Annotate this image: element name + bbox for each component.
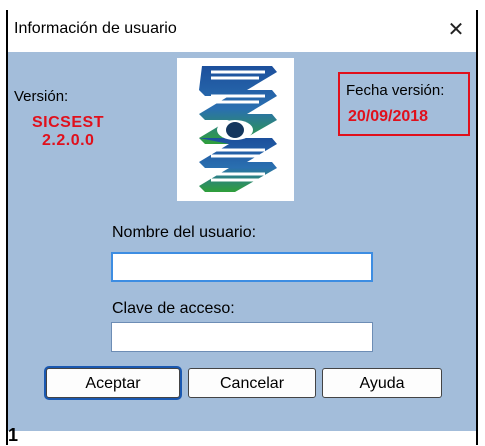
- close-icon[interactable]: ✕: [442, 16, 470, 44]
- logo-icon: [199, 66, 277, 192]
- password-label: Clave de acceso:: [112, 300, 235, 317]
- app-version-number: 2.2.0.0: [42, 132, 95, 149]
- username-label: Nombre del usuario:: [112, 224, 257, 241]
- user-info-dialog: Información de usuario ✕ Versión: SICSES…: [6, 10, 478, 445]
- footer-strip: 1: [8, 425, 476, 445]
- dialog-title: Información de usuario: [14, 20, 177, 37]
- company-logo: [177, 58, 294, 201]
- date-value: 20/09/2018: [348, 108, 429, 125]
- version-date-box: Fecha versión: 20/09/2018: [338, 72, 470, 136]
- version-label: Versión:: [14, 88, 69, 105]
- accept-button[interactable]: Aceptar: [46, 368, 180, 398]
- app-name: SICSEST: [32, 114, 104, 131]
- date-label: Fecha versión:: [346, 82, 445, 99]
- page-number: 1: [8, 425, 19, 445]
- help-button[interactable]: Ayuda: [322, 368, 442, 398]
- username-input[interactable]: [111, 252, 373, 282]
- dialog-body: Versión: SICSEST 2.2.0.0 Fecha versión: …: [8, 52, 476, 431]
- cancel-button[interactable]: Cancelar: [188, 368, 316, 398]
- title-bar: Información de usuario ✕: [8, 10, 476, 50]
- password-input[interactable]: [111, 322, 373, 352]
